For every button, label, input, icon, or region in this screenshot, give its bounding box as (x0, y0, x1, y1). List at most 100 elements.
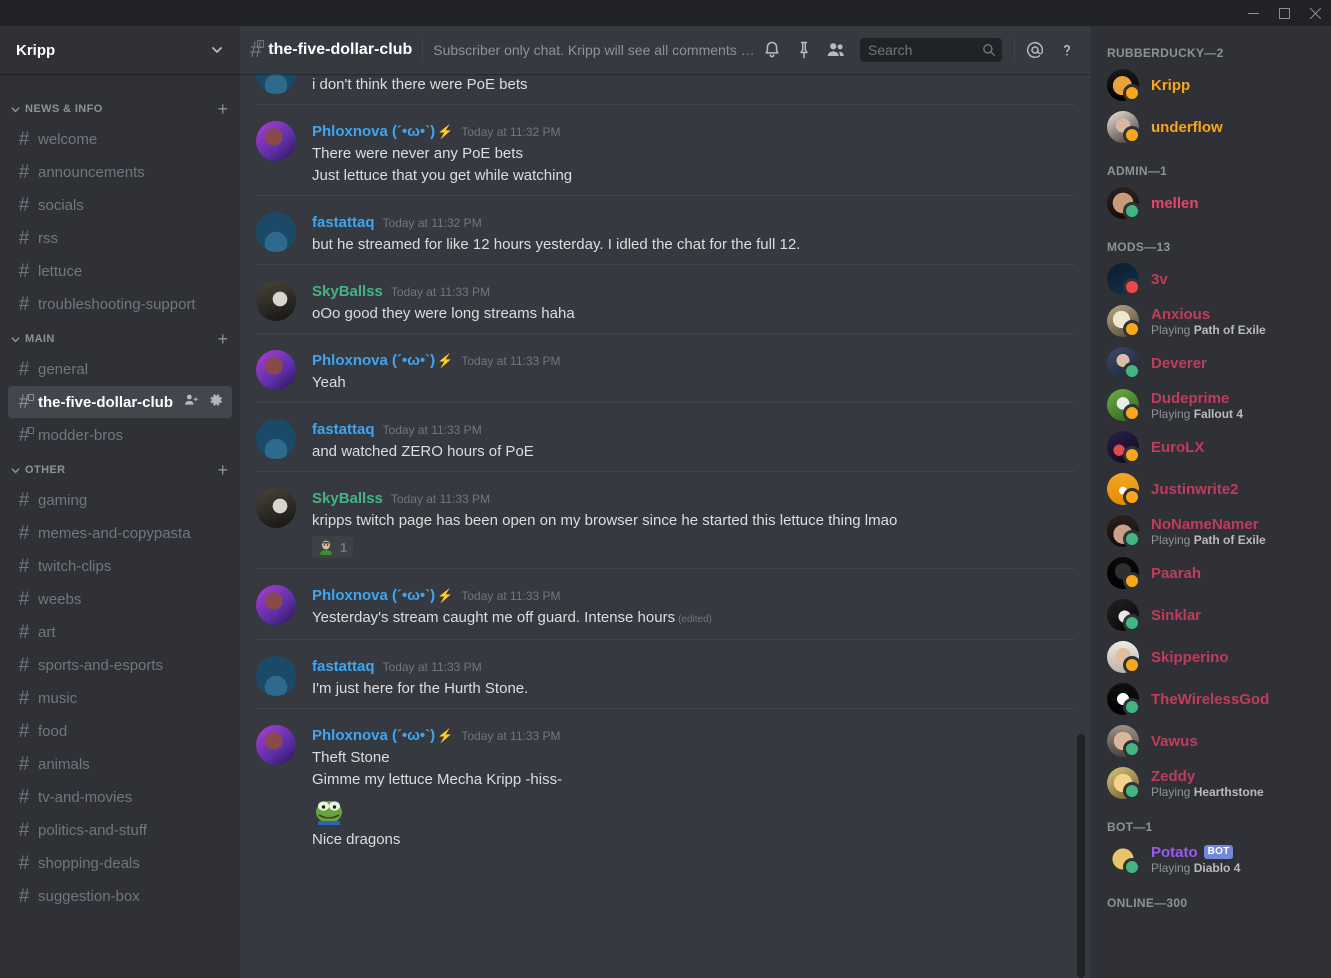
mentions-at-icon[interactable] (1019, 34, 1051, 66)
message-author[interactable]: SkyBallss (312, 488, 383, 510)
sidebar-channel-gaming[interactable]: # gaming (8, 484, 232, 516)
channel-category-main[interactable]: MAIN + (0, 326, 240, 352)
channel-name-label: shopping-deals (38, 854, 140, 872)
avatar[interactable] (256, 121, 296, 161)
sidebar-channel-shopping-deals[interactable]: # shopping-deals (8, 847, 232, 879)
avatar[interactable] (256, 350, 296, 390)
member-row[interactable]: Vawus (1107, 720, 1323, 762)
maximize-button[interactable] (1269, 0, 1300, 26)
pinned-messages-pin-icon[interactable] (788, 34, 820, 66)
member-row[interactable]: Dudeprime Playing Fallout 4 (1107, 384, 1323, 426)
message-author[interactable]: fastattaq (312, 419, 375, 441)
message-body: Phloxnova (´•ω•`) ⚡ Today at 11:32 PM There… (312, 119, 1075, 195)
member-row[interactable]: Potato BOT Playing Diablo 4 (1107, 838, 1323, 880)
message-text: Theft Stone (312, 747, 1075, 769)
add-channel-plus-icon[interactable]: + (217, 330, 232, 348)
sidebar-channel-food[interactable]: # food (8, 715, 232, 747)
add-channel-plus-icon[interactable]: + (217, 461, 232, 479)
avatar[interactable] (256, 281, 296, 321)
message-reaction[interactable]: 1 (312, 536, 354, 558)
help-question-icon[interactable] (1051, 34, 1083, 66)
member-list[interactable]: RUBBERDUCKY—2 Kripp underflow ADMIN—1 mellen… (1091, 26, 1331, 978)
member-row[interactable]: 3v (1107, 258, 1323, 300)
channel-settings-gear-icon[interactable] (208, 392, 224, 413)
member-row[interactable]: underflow (1107, 106, 1323, 148)
sidebar-channel-politics-and-stuff[interactable]: # politics-and-stuff (8, 814, 232, 846)
member-avatar (1107, 431, 1141, 464)
channel-category-other[interactable]: OTHER + (0, 457, 240, 483)
member-group-header: BOT—1 (1107, 820, 1153, 834)
sidebar-channel-the-five-dollar-club[interactable]: # the-five-dollar-club (8, 386, 232, 418)
message-author[interactable]: fastattaq (312, 656, 375, 678)
sidebar-channel-weebs[interactable]: # weebs (8, 583, 232, 615)
sidebar-channel-welcome[interactable]: # welcome (8, 123, 232, 155)
notifications-bell-icon[interactable] (756, 34, 788, 66)
message-scroll-area[interactable]: i don't think there were PoE bets Phloxno… (240, 74, 1091, 978)
sidebar-channel-music[interactable]: # music (8, 682, 232, 714)
channel-name-label: art (38, 623, 56, 641)
sidebar-channel-tv-and-movies[interactable]: # tv-and-movies (8, 781, 232, 813)
sidebar-channel-rss[interactable]: # rss (8, 222, 232, 254)
member-row[interactable]: NoNameNamer Playing Path of Exile (1107, 510, 1323, 552)
message-author[interactable]: Phloxnova (´•ω•`) (312, 585, 435, 607)
member-row[interactable]: Deverer (1107, 342, 1323, 384)
member-name: NoNameNamer (1151, 515, 1259, 533)
avatar[interactable] (256, 74, 296, 94)
status-indicator-idle (1123, 656, 1141, 674)
member-row[interactable]: EuroLX (1107, 426, 1323, 468)
member-row[interactable]: Kripp (1107, 64, 1323, 106)
avatar[interactable] (256, 212, 296, 252)
sidebar-channel-general[interactable]: # general (8, 353, 232, 385)
sidebar-channel-sports-and-esports[interactable]: # sports-and-esports (8, 649, 232, 681)
message-author[interactable]: Phloxnova (´•ω•`) (312, 350, 435, 372)
minimize-button[interactable] (1238, 0, 1269, 26)
create-invite-icon[interactable] (183, 392, 199, 413)
channel-list[interactable]: NEWS & INFO + # welcome # announcements # socia… (0, 74, 240, 978)
member-row[interactable]: Anxious Playing Path of Exile (1107, 300, 1323, 342)
member-list-people-icon[interactable] (820, 34, 852, 66)
sidebar-channel-modder-bros[interactable]: # modder-bros (8, 419, 232, 451)
guild-header[interactable]: Kripp (0, 26, 240, 74)
sidebar-channel-suggestion-box[interactable]: # suggestion-box (8, 880, 232, 912)
sidebar-channel-socials[interactable]: # socials (8, 189, 232, 221)
message-row: fastattaq Today at 11:33 PM I'm just here … (240, 640, 1091, 708)
channel-name-label: sports-and-esports (38, 656, 164, 674)
message-body: i don't think there were PoE bets (312, 74, 1075, 104)
add-channel-plus-icon[interactable]: + (217, 100, 232, 118)
channel-name-label: gaming (38, 491, 88, 509)
avatar[interactable] (256, 656, 296, 696)
sidebar-channel-troubleshooting-support[interactable]: # troubleshooting-support (8, 288, 232, 320)
sidebar-channel-twitch-clips[interactable]: # twitch-clips (8, 550, 232, 582)
member-row[interactable]: Justinwrite2 (1107, 468, 1323, 510)
message-scrollbar-thumb[interactable] (1077, 734, 1085, 978)
message-row: fastattaq Today at 11:32 PM but he streame… (240, 196, 1091, 264)
member-row[interactable]: Zeddy Playing Hearthstone (1107, 762, 1323, 804)
sidebar-channel-announcements[interactable]: # announcements (8, 156, 232, 188)
avatar[interactable] (256, 725, 296, 765)
message-author[interactable]: Phloxnova (´•ω•`) (312, 121, 435, 143)
channel-category-news-info[interactable]: NEWS & INFO + (0, 96, 240, 122)
search-box[interactable] (860, 38, 1002, 62)
pepe-emoji (318, 539, 334, 555)
member-row[interactable]: mellen (1107, 182, 1323, 224)
sidebar-channel-lettuce[interactable]: # lettuce (8, 255, 232, 287)
sidebar-channel-art[interactable]: # art (8, 616, 232, 648)
close-button[interactable] (1300, 0, 1331, 26)
member-row[interactable]: TheWirelessGod (1107, 678, 1323, 720)
sidebar-channel-memes-and-copypasta[interactable]: # memes-and-copypasta (8, 517, 232, 549)
member-avatar (1107, 599, 1141, 632)
avatar[interactable] (256, 419, 296, 459)
member-row[interactable]: Paarah (1107, 552, 1323, 594)
member-row[interactable]: Sinklar (1107, 594, 1323, 636)
sidebar-channel-animals[interactable]: # animals (8, 748, 232, 780)
category-label: NEWS & INFO (25, 103, 103, 115)
avatar[interactable] (256, 488, 296, 528)
message-text-content: kripps twitch page has been open on my b… (312, 512, 898, 529)
member-row[interactable]: Skipperino (1107, 636, 1323, 678)
message-author[interactable]: SkyBallss (312, 281, 383, 303)
message-author[interactable]: Phloxnova (´•ω•`) (312, 725, 435, 747)
message-author[interactable]: fastattaq (312, 212, 375, 234)
member-group-header: ONLINE—300 (1107, 896, 1188, 910)
search-input[interactable] (868, 42, 982, 58)
avatar[interactable] (256, 585, 296, 625)
